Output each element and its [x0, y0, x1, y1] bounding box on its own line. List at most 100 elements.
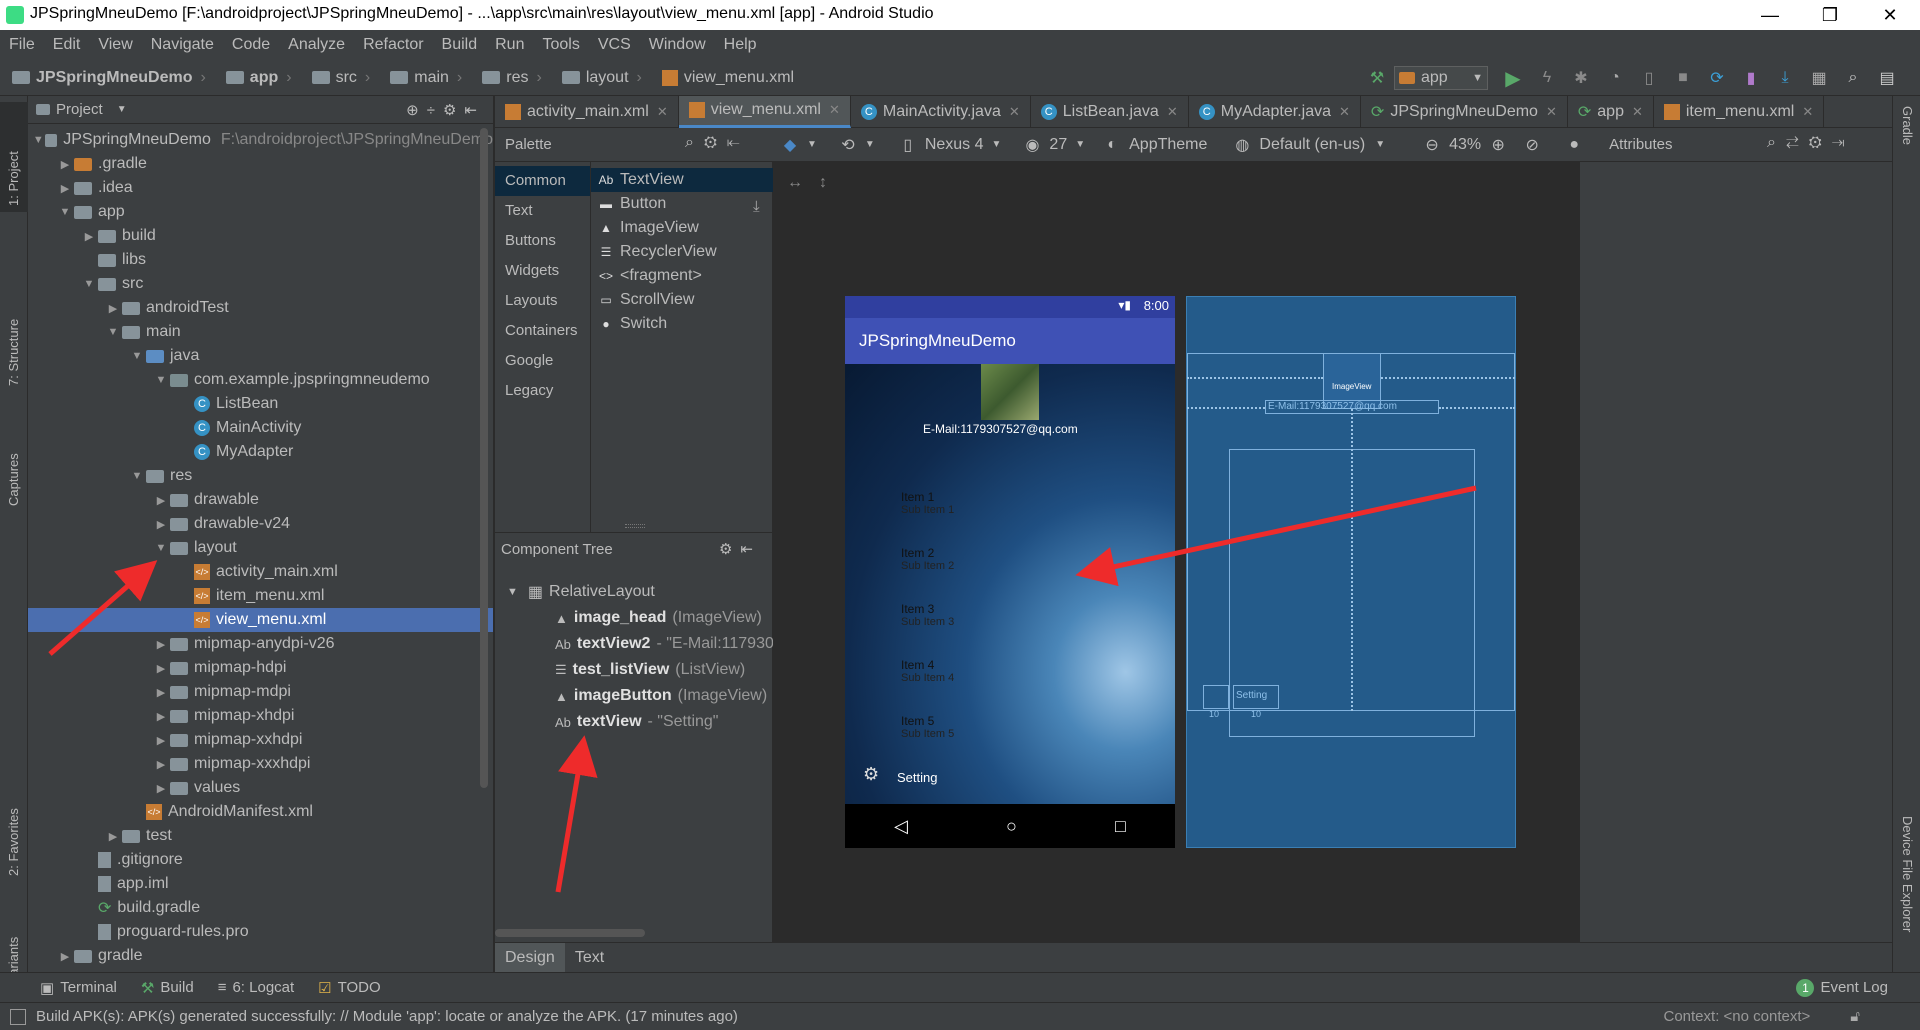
api-select[interactable]: 27: [1049, 136, 1067, 154]
project-tree-item[interactable]: </> AndroidManifest.xml: [28, 800, 493, 824]
tool-structure[interactable]: 7: Structure: [6, 319, 21, 386]
chevron-down-icon[interactable]: ▼: [128, 350, 146, 362]
chevron-down-icon[interactable]: ▼: [56, 206, 74, 218]
project-tree-item[interactable]: ▶ .idea: [28, 176, 493, 200]
tool-build[interactable]: ⚒ Build: [129, 973, 206, 1003]
zoom-out-icon[interactable]: ⊖: [1421, 134, 1443, 156]
tree-node-component[interactable]: Ab textView2 - "E-Mail:117930: [555, 631, 774, 657]
project-tree-item[interactable]: </> item_menu.xml: [28, 584, 493, 608]
panel-actions-icon[interactable]: ⊕÷⚙⇤: [406, 101, 485, 119]
blueprint-setting[interactable]: Setting: [1233, 685, 1279, 709]
tool-terminal[interactable]: ▣ Terminal: [28, 973, 129, 1003]
tool-favorites[interactable]: 2: Favorites: [6, 808, 21, 876]
palette-item[interactable]: ☰ RecyclerView: [590, 240, 773, 264]
menu-refactor[interactable]: Refactor: [354, 30, 432, 60]
breadcrumb-main[interactable]: main ›: [378, 60, 470, 96]
close-icon[interactable]: ✕: [1632, 104, 1643, 120]
tab-design[interactable]: Design: [495, 942, 565, 973]
list-item[interactable]: Item 2 Sub Item 2: [901, 546, 954, 572]
project-tree-item[interactable]: ▶ mipmap-xxhdpi: [28, 728, 493, 752]
chevron-down-icon[interactable]: ▼: [992, 139, 1002, 150]
project-tree-item[interactable]: ▶ mipmap-xhdpi: [28, 704, 493, 728]
recents-icon[interactable]: □: [1115, 816, 1126, 837]
tool-gradle[interactable]: Gradle: [1900, 106, 1915, 145]
back-icon[interactable]: ◁: [894, 816, 908, 837]
menu-edit[interactable]: Edit: [44, 30, 90, 60]
menu-navigate[interactable]: Navigate: [142, 30, 223, 60]
tab-project-gradle[interactable]: ⟳ JPSpringMneuDemo ✕: [1361, 95, 1568, 128]
project-scrollbar[interactable]: [480, 128, 488, 788]
project-tree-item[interactable]: ▼ JPSpringMneuDemo F:\androidproject\JPSpr…: [28, 128, 493, 152]
download-icon[interactable]: ⤓: [753, 198, 760, 215]
tree-node-component[interactable]: Ab textView - "Setting": [555, 709, 718, 735]
chevron-right-icon[interactable]: ▶: [104, 302, 122, 315]
chevron-right-icon[interactable]: ▶: [56, 182, 74, 195]
close-button[interactable]: ✕: [1860, 0, 1920, 30]
menu-code[interactable]: Code: [223, 30, 279, 60]
list-item[interactable]: Item 3 Sub Item 3: [901, 602, 954, 628]
chevron-right-icon[interactable]: ▶: [152, 686, 170, 699]
palette-category[interactable]: Common: [495, 166, 590, 196]
resize-vertical-icon[interactable]: ↕: [819, 174, 827, 192]
project-tree-item[interactable]: ▶ androidTest: [28, 296, 493, 320]
project-tree-item[interactable]: ⟳ build.gradle: [28, 896, 493, 920]
project-tree-item[interactable]: app.iml: [28, 872, 493, 896]
layout-toggle-icon[interactable]: ▤: [1876, 67, 1898, 89]
chevron-right-icon[interactable]: ▶: [152, 638, 170, 651]
palette-category[interactable]: Widgets: [495, 256, 590, 286]
run-config-select[interactable]: app ▼: [1394, 66, 1488, 90]
tree-node-component[interactable]: ▲ imageButton (ImageView): [555, 683, 767, 709]
tool-todo[interactable]: ☑ TODO: [306, 973, 393, 1003]
menu-run[interactable]: Run: [486, 30, 533, 60]
chevron-down-icon[interactable]: ▼: [1375, 139, 1385, 150]
apply-changes-icon[interactable]: ϟ: [1536, 67, 1558, 89]
project-tree-item[interactable]: libs: [28, 248, 493, 272]
image-head[interactable]: [981, 364, 1039, 420]
tree-node-component[interactable]: ▲ image_head (ImageView): [555, 605, 762, 631]
blueprint-imagebutton[interactable]: [1203, 685, 1229, 709]
tab-listbean[interactable]: C ListBean.java ✕: [1031, 95, 1189, 128]
close-icon[interactable]: ✕: [1339, 104, 1350, 120]
project-tree-item[interactable]: C MainActivity: [28, 416, 493, 440]
settings-gear-icon[interactable]: ⚙: [863, 764, 879, 785]
maximize-button[interactable]: ❐: [1800, 0, 1860, 30]
chevron-down-icon[interactable]: ▼: [507, 586, 518, 598]
chevron-down-icon[interactable]: ▼: [152, 374, 170, 386]
palette-category[interactable]: Layouts: [495, 286, 590, 316]
tool-logcat[interactable]: ≡ 6: Logcat: [206, 973, 306, 1003]
tab-view-menu[interactable]: view_menu.xml ✕: [678, 95, 851, 128]
stop-icon[interactable]: ■: [1672, 67, 1694, 89]
zoom-in-icon[interactable]: ⊕: [1487, 134, 1509, 156]
chevron-down-icon[interactable]: ▼: [128, 470, 146, 482]
project-tree-item[interactable]: ▶ .gradle: [28, 152, 493, 176]
tree-node-component[interactable]: ☰ test_listView (ListView): [555, 657, 745, 683]
chevron-right-icon[interactable]: ▶: [80, 230, 98, 243]
chevron-down-icon[interactable]: ▼: [865, 139, 875, 150]
search-everywhere-icon[interactable]: ⌕: [1842, 67, 1864, 89]
breadcrumb-file[interactable]: view_menu.xml: [650, 60, 802, 96]
project-tree-item[interactable]: ▼ layout: [28, 536, 493, 560]
attach-debugger-icon[interactable]: ▯: [1638, 67, 1660, 89]
orientation-icon[interactable]: ⟲: [837, 134, 859, 156]
chevron-down-icon[interactable]: ▼: [104, 326, 122, 338]
project-tree-item[interactable]: C ListBean: [28, 392, 493, 416]
project-tree-item[interactable]: ▼ main: [28, 320, 493, 344]
tab-myadapter[interactable]: C MyAdapter.java ✕: [1189, 95, 1361, 128]
menu-analyze[interactable]: Analyze: [279, 30, 354, 60]
project-tree-item[interactable]: ▶ mipmap-hdpi: [28, 656, 493, 680]
palette-category[interactable]: Containers: [495, 316, 590, 346]
avd-manager-icon[interactable]: ▮: [1740, 67, 1762, 89]
project-tree-item[interactable]: ▶ mipmap-xxxhdpi: [28, 752, 493, 776]
breadcrumb-src[interactable]: src ›: [300, 60, 379, 96]
debug-icon[interactable]: ✱: [1570, 67, 1592, 89]
chevron-right-icon[interactable]: ▶: [56, 158, 74, 171]
project-tree-item[interactable]: ▼ app: [28, 200, 493, 224]
warning-icon[interactable]: ●: [1563, 134, 1585, 156]
chevron-right-icon[interactable]: ▶: [152, 782, 170, 795]
project-structure-icon[interactable]: ▦: [1808, 67, 1830, 89]
chevron-down-icon[interactable]: ▼: [1075, 139, 1085, 150]
chevron-right-icon[interactable]: ▶: [152, 494, 170, 507]
project-tree-item[interactable]: ▼ java: [28, 344, 493, 368]
project-tree-item[interactable]: ▶ build: [28, 224, 493, 248]
sdk-manager-icon[interactable]: ⤓: [1774, 67, 1796, 89]
